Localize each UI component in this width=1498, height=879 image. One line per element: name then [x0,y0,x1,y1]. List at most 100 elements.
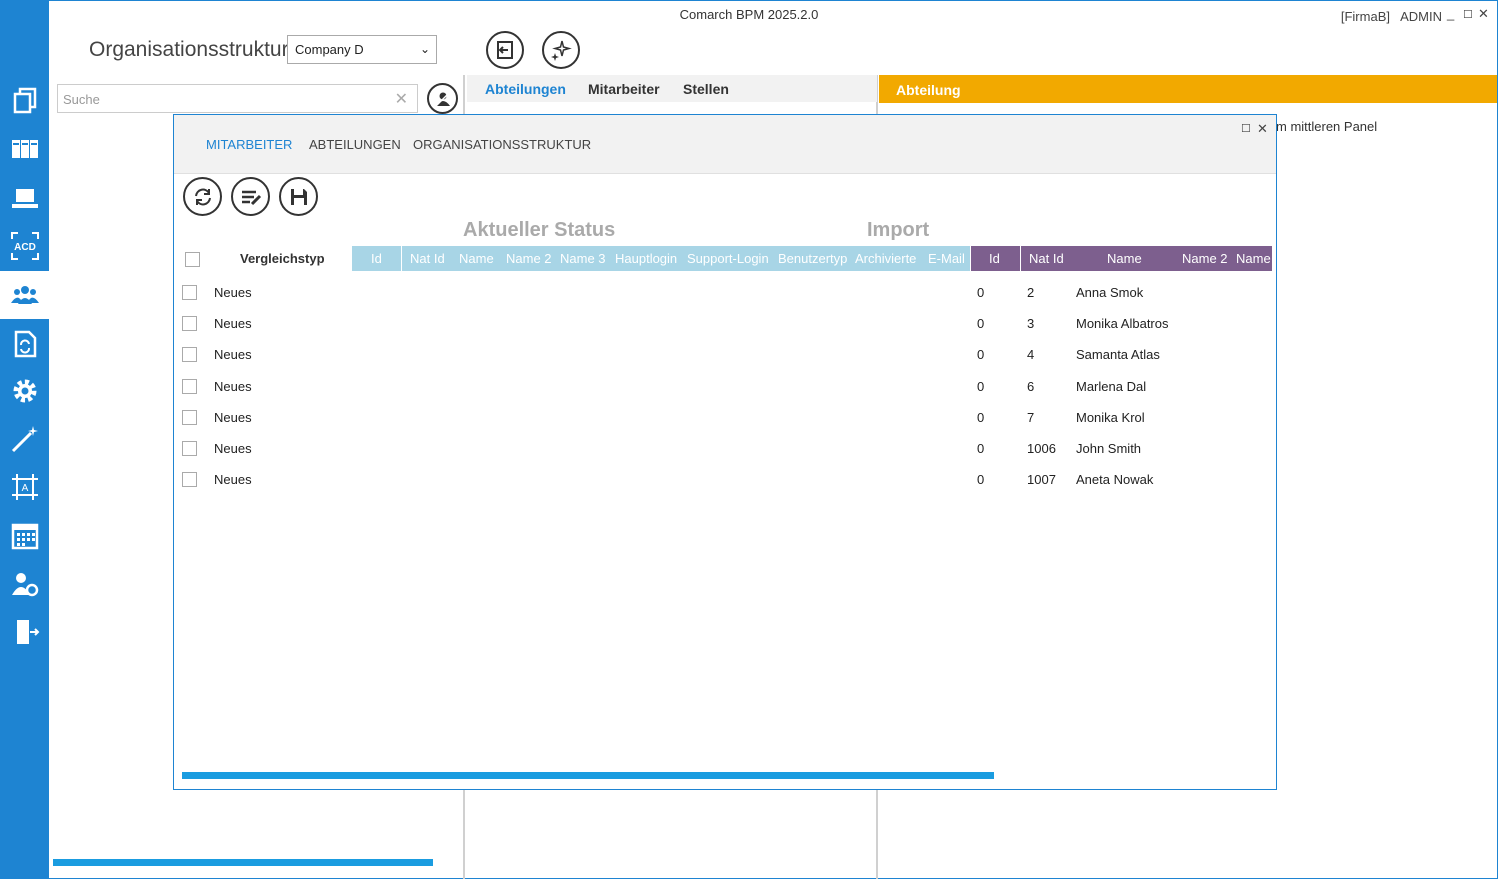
department-panel-header: Abteilung [879,75,1497,103]
calendar-icon[interactable] [0,512,49,560]
row-import-id: 0 [977,409,985,425]
row-import-nat-id: 1007 [1027,472,1056,488]
row-import-id: 0 [977,441,985,456]
row-checkbox[interactable] [182,441,197,456]
row-import-nat-id: 4 [1027,347,1035,363]
window-title: Comarch BPM 2025.2.0 [679,7,819,22]
refresh-button[interactable] [183,177,222,216]
col-import-name[interactable]: Name [1107,251,1142,266]
dialog-tab-abteilungen[interactable]: ABTEILUNGEN [309,137,401,152]
edit-list-button[interactable] [231,177,270,216]
row-checkbox[interactable] [182,316,197,332]
row-compare-type: Neues [214,285,252,300]
row-checkbox[interactable] [182,472,197,488]
row-import-nat-id: 1006 [1027,441,1056,456]
tab-stellen[interactable]: Stellen [683,81,729,97]
row-import-name: Monika Albatros [1076,316,1169,332]
col-import-name-extra[interactable]: Name [1236,251,1271,266]
col-current-support-login[interactable]: Support-Login [687,251,769,266]
col-current-name3[interactable]: Name 3 [560,251,606,266]
row-import-nat-id: 3 [1027,316,1035,332]
row-import-name: Monika Krol [1076,409,1145,425]
row-checkbox[interactable] [182,409,197,425]
user-name: ADMIN [1400,9,1442,24]
save-button[interactable] [279,177,318,216]
section-current-status: Aktueller Status [463,219,616,241]
row-checkbox[interactable] [182,378,197,394]
company-select-value: Company D [295,42,364,57]
col-current-email[interactable]: E-Mail [928,251,965,266]
table-row[interactable]: Neues 0 2 Anna Smok [174,277,1276,308]
gear-icon[interactable] [0,367,49,415]
acd-icon[interactable]: ACD [0,222,49,270]
select-all-checkbox[interactable] [185,252,200,267]
import-compare-dialog: MITARBEITER ABTEILUNGEN ORGANISATIONSSTR… [173,114,1277,790]
row-import-id: 0 [977,285,985,300]
laptop-icon[interactable] [0,174,49,222]
row-import-id: 0 [977,347,985,363]
sidebar: ACD A [0,0,49,879]
back-import-button[interactable] [486,31,524,69]
table-row[interactable]: Neues 0 3 Monika Albatros [174,308,1276,339]
company-tag: [FirmaB] [1340,9,1390,24]
tab-mitarbeiter[interactable]: Mitarbeiter [588,81,660,97]
search-input[interactable]: Suche ✕ [57,84,418,113]
boards-icon[interactable] [0,125,49,173]
import-header: Id Nat Id Name Name 2 Name [971,246,1272,271]
row-import-nat-id: 7 [1027,409,1035,425]
table-row[interactable]: Neues 0 7 Monika Krol [174,402,1276,433]
window-border [49,0,1498,1]
exit-icon[interactable] [0,608,49,656]
user-info: [FirmaB] ADMIN [1341,9,1442,24]
user-settings-icon[interactable] [0,560,49,608]
search-placeholder: Suche [63,92,100,107]
row-import-id: 0 [977,316,985,332]
wizard-button[interactable] [542,31,580,69]
user-filter-button[interactable] [427,83,458,114]
dialog-close-button[interactable]: ✕ [1257,121,1268,137]
col-current-archivierte[interactable]: Archivierte [855,251,916,266]
dialog-maximize-button[interactable]: ☐ [1241,122,1251,135]
refresh-icon [194,188,211,205]
col-import-name2[interactable]: Name 2 [1182,251,1228,266]
minimize-button[interactable]: _ [1447,6,1454,21]
row-checkbox[interactable] [182,347,197,363]
col-current-hauptlogin[interactable]: Hauptlogin [615,251,677,266]
table-row[interactable]: Neues 0 1007 Aneta Nowak [174,464,1276,495]
save-icon [290,188,307,205]
document-refresh-icon[interactable] [0,320,49,368]
page-title: Organisationsstruktur [89,38,289,61]
maximize-button[interactable]: ☐ [1463,8,1473,21]
col-current-id[interactable]: Id [371,251,382,266]
tab-abteilungen[interactable]: Abteilungen [485,81,566,97]
company-select[interactable]: Company D ⌄ [287,35,437,64]
row-import-id: 0 [977,472,985,488]
table-row[interactable]: Neues 0 4 Samanta Atlas [174,339,1276,370]
chevron-down-icon: ⌄ [419,42,430,56]
row-compare-type: Neues [214,316,252,332]
row-compare-type: Neues [214,472,252,488]
magic-wand-icon[interactable] [0,415,49,463]
dialog-tab-mitarbeiter[interactable]: MITARBEITER [206,137,292,152]
col-current-nat-id[interactable]: Nat Id [410,251,445,266]
svg-text:ACD: ACD [14,242,36,253]
row-import-name: Samanta Atlas [1076,347,1160,363]
col-import-id[interactable]: Id [989,251,1000,266]
user-filter-icon [433,89,452,108]
dialog-tab-organisationsstruktur[interactable]: ORGANISATIONSSTRUKTUR [413,137,591,152]
table-row[interactable]: Neues 0 6 Marlena Dal [174,371,1276,402]
documents-icon[interactable] [0,76,49,124]
edit-list-icon [241,190,261,205]
col-current-benutzertyp[interactable]: Benutzertyp [778,251,847,266]
col-import-nat-id[interactable]: Nat Id [1029,251,1064,266]
close-button[interactable]: ✕ [1478,6,1489,22]
table-row[interactable]: Neues 0 1006 John Smith [174,433,1276,464]
col-current-name2[interactable]: Name 2 [506,251,552,266]
design-icon[interactable]: A [0,463,49,511]
row-import-name: John Smith [1076,441,1142,456]
row-import-id: 0 [977,378,985,394]
row-checkbox[interactable] [182,285,197,300]
users-icon[interactable] [0,271,49,319]
col-current-name[interactable]: Name [459,251,494,266]
clear-search-icon[interactable]: ✕ [395,89,408,109]
